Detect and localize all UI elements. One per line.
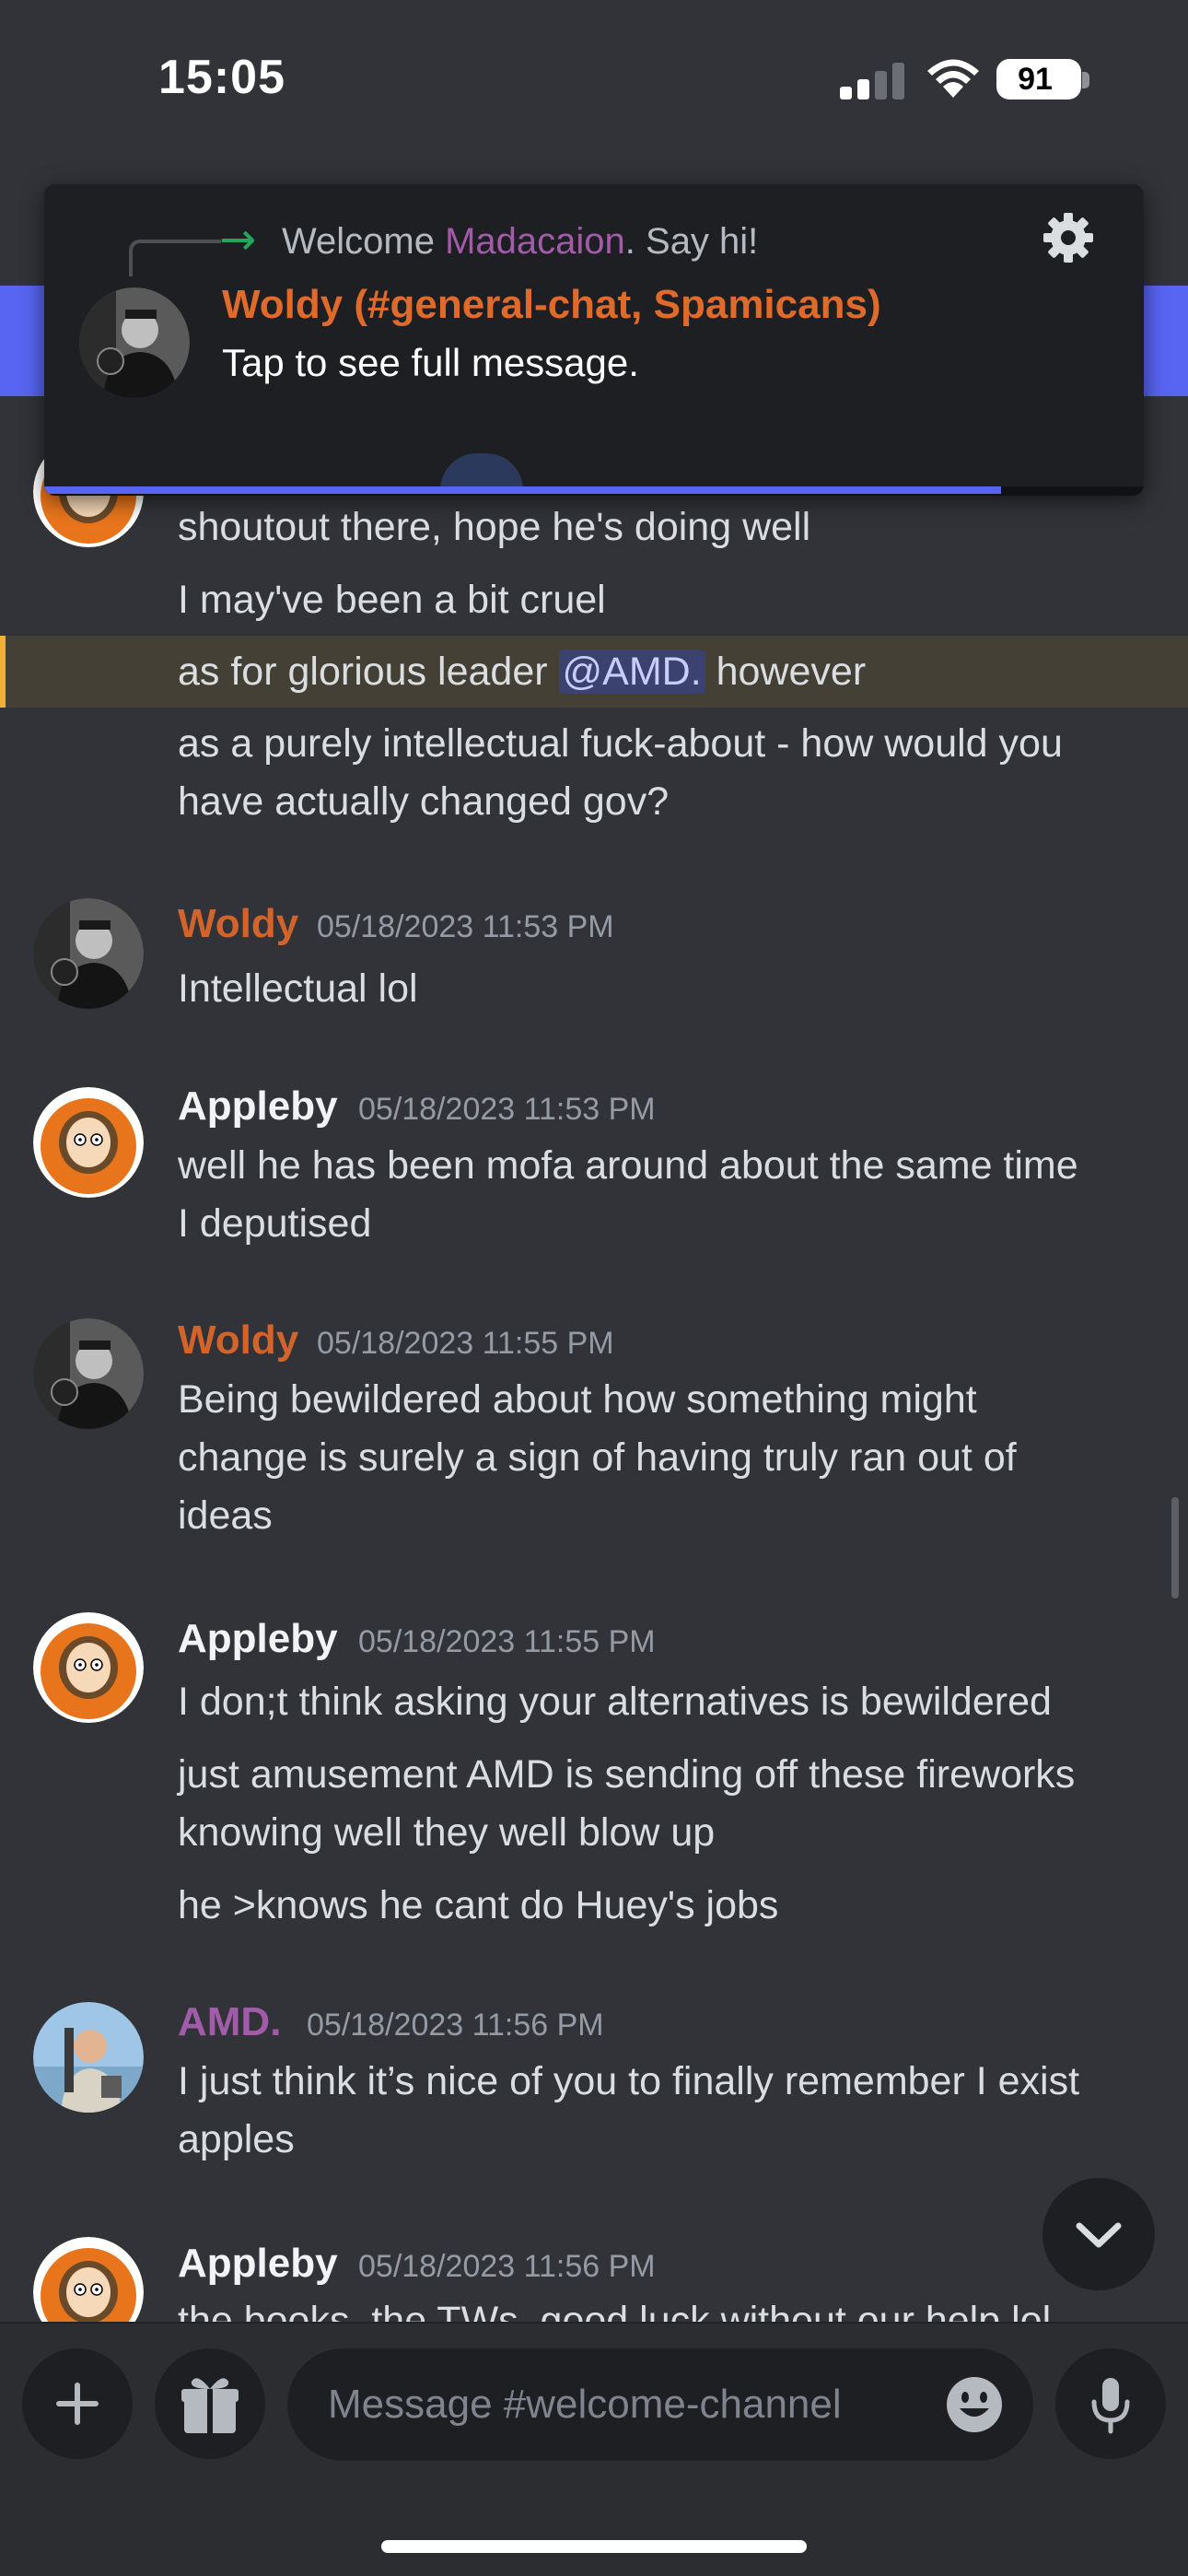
jump-to-latest-button[interactable] bbox=[1042, 2178, 1155, 2290]
reply-connector bbox=[129, 240, 221, 276]
message-text: he >knows he cant do Huey's jobs bbox=[178, 1883, 779, 1927]
message-text: just amusement AMD is sending off these … bbox=[178, 1752, 1076, 1797]
message-text-suffix: however bbox=[705, 650, 867, 694]
reply-prefix: Welcome bbox=[282, 221, 446, 262]
message-input-container[interactable] bbox=[287, 2348, 1033, 2461]
notification-handle bbox=[440, 453, 523, 490]
message-text: Being bewildered about how something mig… bbox=[178, 1377, 977, 1422]
mention-indicator bbox=[0, 636, 6, 708]
message-author[interactable]: Appleby bbox=[178, 2241, 338, 2287]
battery-level: 91 bbox=[1018, 62, 1053, 97]
notification-body: Tap to see full message. bbox=[222, 341, 639, 384]
message-text: I deputised bbox=[178, 1201, 372, 1246]
reply-suffix: . Say hi! bbox=[624, 221, 759, 262]
avatar[interactable] bbox=[33, 1087, 144, 1198]
microphone-icon bbox=[1091, 2378, 1130, 2434]
message-text-prefix: as for glorious leader bbox=[178, 650, 559, 694]
message-text: knowing well they well blow up bbox=[178, 1810, 716, 1855]
message-text: shoutout there, hope he's doing well bbox=[178, 505, 811, 549]
notification-avatar bbox=[79, 287, 190, 398]
avatar[interactable] bbox=[33, 1318, 144, 1429]
reply-username: Madacaion bbox=[445, 221, 625, 262]
cellular-signal-icon bbox=[840, 61, 904, 100]
message-text: ideas bbox=[178, 1493, 273, 1538]
message-text: Intellectual lol bbox=[178, 966, 418, 1011]
message-text: well he has been mofa around about the s… bbox=[178, 1143, 1078, 1188]
message-timestamp: 05/18/2023 11:56 PM bbox=[358, 2249, 656, 2284]
message-author[interactable]: Woldy bbox=[178, 901, 298, 947]
avatar[interactable] bbox=[33, 2002, 144, 2113]
message-text: the books, the TWs, good luck without ou… bbox=[178, 2299, 1052, 2322]
notification-progress bbox=[44, 486, 1001, 494]
message-timestamp: 05/18/2023 11:53 PM bbox=[317, 909, 614, 944]
gear-icon[interactable] bbox=[1041, 210, 1096, 265]
message-text: as a purely intellectual fuck-about - ho… bbox=[178, 721, 1063, 766]
notification-reply-text: Welcome Madacaion. Say hi! bbox=[282, 221, 758, 263]
message-text: change is surely a sign of having truly … bbox=[178, 1435, 1017, 1480]
user-mention[interactable]: @AMD. bbox=[558, 650, 705, 694]
voice-message-button[interactable] bbox=[1055, 2348, 1166, 2459]
avatar[interactable] bbox=[33, 1612, 144, 1723]
status-time: 15:05 bbox=[158, 51, 285, 104]
battery-icon: 91 bbox=[996, 59, 1081, 100]
message-text: as for glorious leader @AMD. however bbox=[178, 643, 866, 701]
add-attachment-button[interactable] bbox=[22, 2348, 133, 2459]
gift-button[interactable] bbox=[155, 2348, 265, 2459]
message-author[interactable]: Woldy bbox=[178, 1317, 298, 1364]
message-timestamp: 05/18/2023 11:55 PM bbox=[317, 1326, 614, 1361]
message-text: I may've been a bit cruel bbox=[178, 578, 606, 622]
message-input[interactable] bbox=[328, 2348, 917, 2461]
gift-icon bbox=[181, 2378, 239, 2433]
status-bar: 15:05 91 bbox=[0, 0, 1188, 157]
notification-banner[interactable]: → Welcome Madacaion. Say hi! Woldy (#gen… bbox=[44, 184, 1144, 496]
emoji-icon[interactable] bbox=[945, 2375, 1004, 2434]
avatar[interactable] bbox=[33, 2237, 144, 2322]
message-text: have actually changed gov? bbox=[178, 779, 670, 824]
arrow-right-icon: → bbox=[219, 214, 257, 265]
plus-icon bbox=[56, 2383, 99, 2425]
message-timestamp: 05/18/2023 11:56 PM bbox=[307, 2008, 604, 2043]
message-author[interactable]: Appleby bbox=[178, 1616, 338, 1662]
message-text: I don;t think asking your alternatives i… bbox=[178, 1680, 1052, 1724]
avatar[interactable] bbox=[33, 898, 144, 1009]
chevron-down-icon bbox=[1076, 2222, 1122, 2248]
message-author[interactable]: AMD. bbox=[178, 1999, 281, 2045]
message-author[interactable]: Appleby bbox=[178, 1083, 338, 1130]
notification-title: Woldy (#general-chat, Spamicans) bbox=[222, 282, 881, 327]
scrollbar-thumb[interactable] bbox=[1171, 1497, 1179, 1598]
home-indicator[interactable] bbox=[381, 2540, 807, 2553]
message-timestamp: 05/18/2023 11:53 PM bbox=[358, 1092, 656, 1127]
message-text: apples bbox=[178, 2117, 295, 2161]
message-timestamp: 05/18/2023 11:55 PM bbox=[358, 1624, 656, 1659]
message-text: I just think it’s nice of you to finally… bbox=[178, 2059, 1080, 2103]
battery-cap bbox=[1082, 72, 1089, 88]
wifi-icon bbox=[925, 57, 982, 100]
